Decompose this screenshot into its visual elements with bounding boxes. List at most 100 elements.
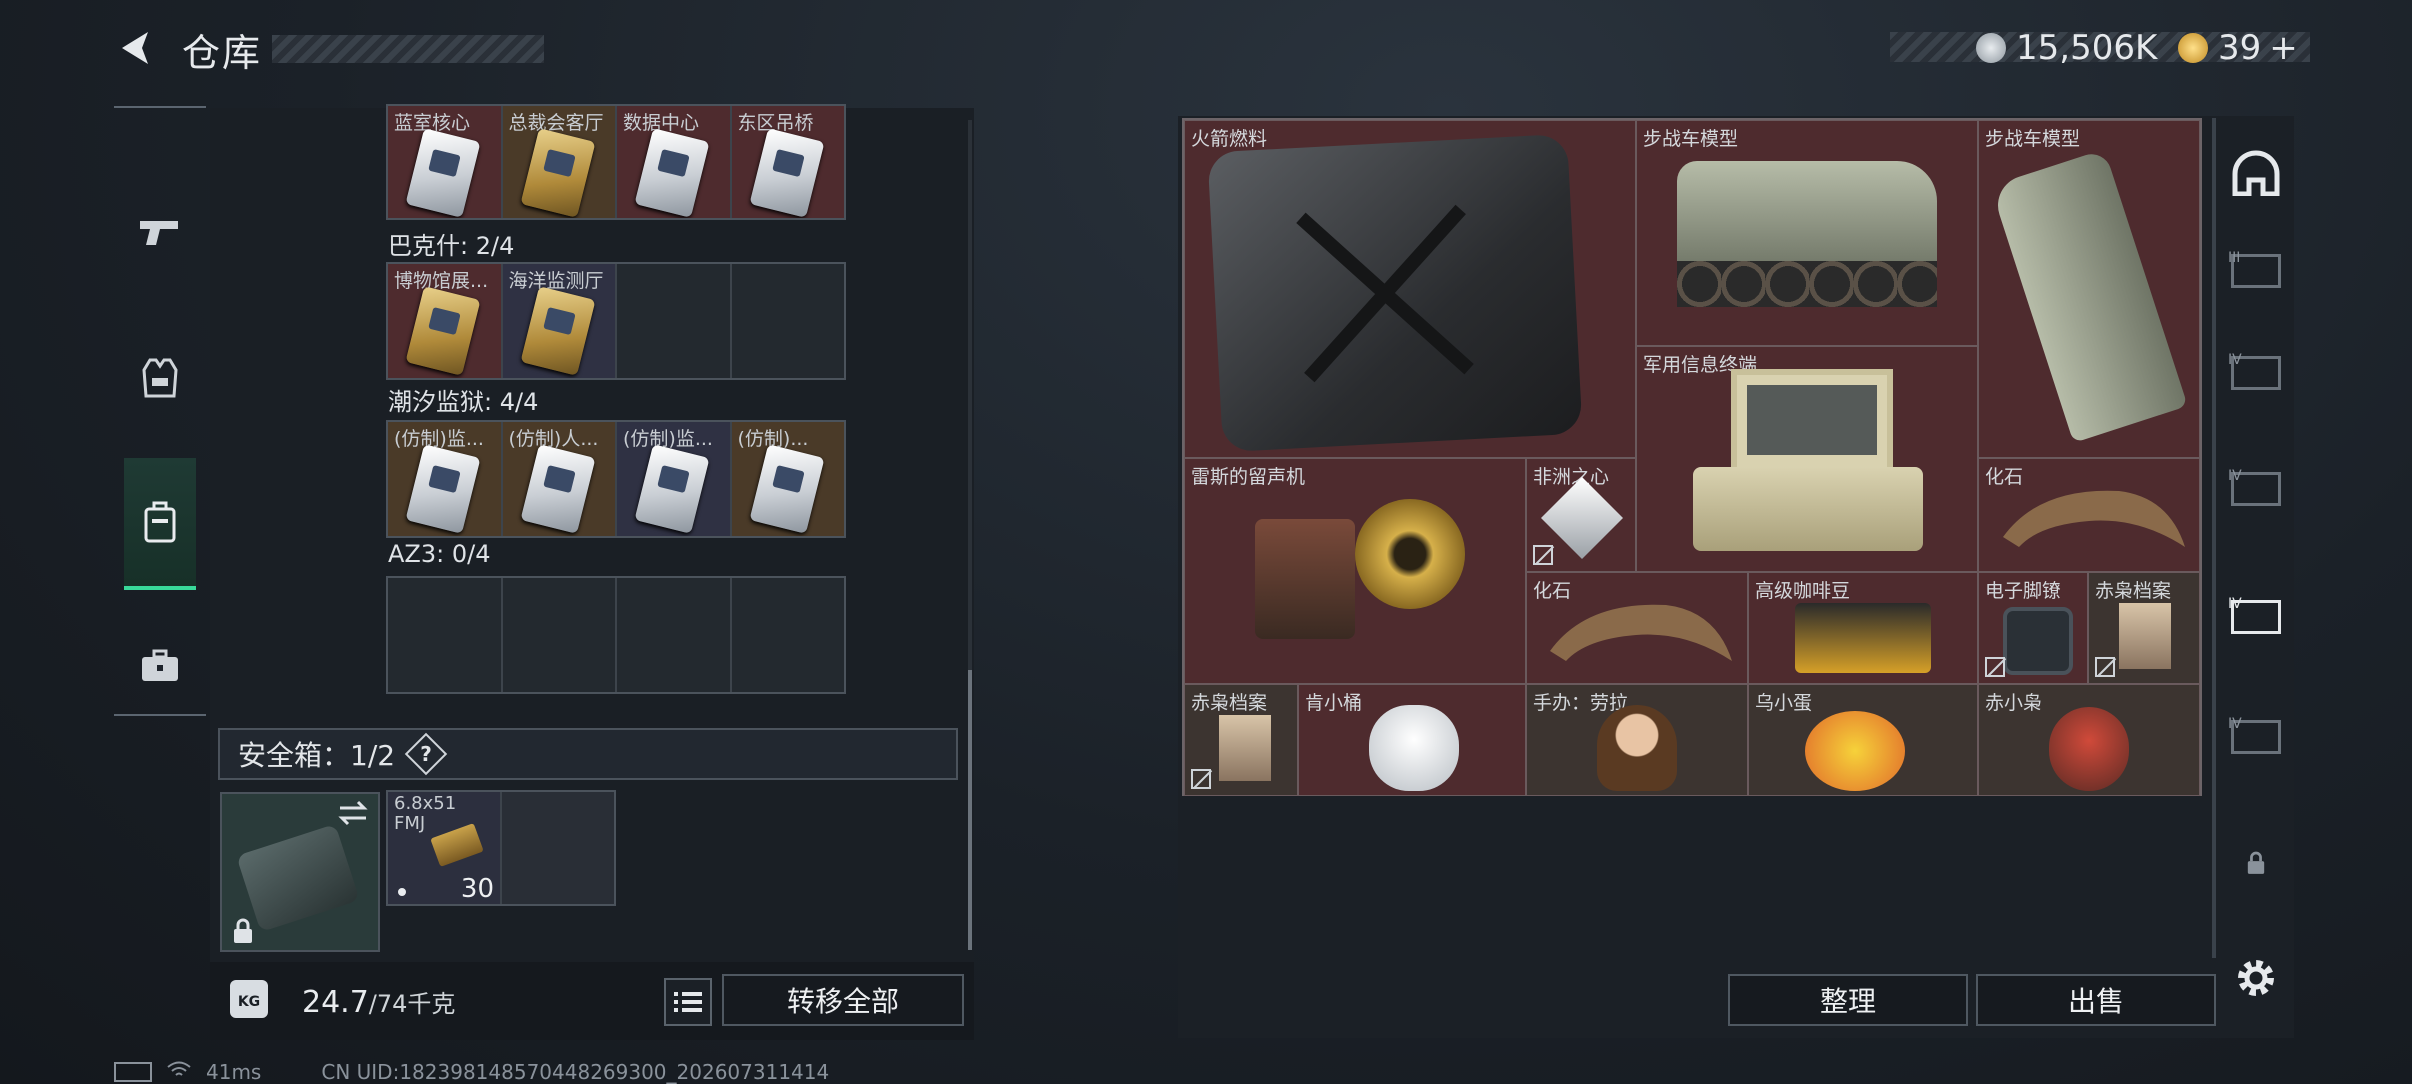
card-row-2: 博物馆展... 海洋监测厅 [386,262,846,380]
item-military-terminal[interactable]: 军用信息终端 [1636,346,1978,572]
currency-gold-plus[interactable]: + [2269,28,2298,68]
keycard-slot[interactable]: (仿制)人... [502,422,617,536]
title-decoration [272,35,544,63]
figure-icon [1369,705,1459,791]
item-figure-wu[interactable]: 乌小蛋 [1748,684,1978,796]
sort-button[interactable]: 整理 [1728,974,1968,1026]
fuel-can-icon [1207,133,1583,453]
item-fossil[interactable]: 化石 [1526,572,1748,684]
helmet-icon [2232,150,2280,196]
tab-warehouse-1[interactable] [2228,148,2284,198]
item-figure-chi[interactable]: 赤小枭 [1978,684,2200,796]
tab-case[interactable] [124,602,196,730]
warehouse-tabs: III IV IV IV IV [2212,118,2302,958]
currency-gold-value: 39 [2218,28,2262,68]
keycard-icon [519,128,596,218]
warehouse-grid: 火箭燃料 步战车模型 步战车模型 军用信息终端 雷斯的留声机 非洲之心 化石 化… [1182,118,2202,796]
tab-warehouse-4[interactable]: IV [2228,464,2284,514]
currency-silver[interactable]: 15,506K [1976,28,2157,68]
safe-box[interactable] [220,792,380,952]
tab-warehouse-3[interactable]: IV [2228,348,2284,398]
gold-coin-icon [2178,33,2208,63]
settings-icon[interactable] [2232,954,2280,1002]
shackle-icon [2003,607,2073,675]
group-label: AZ3: 0/4 [388,540,491,568]
list-icon [674,992,702,1012]
pistol-icon [140,221,178,245]
keycard-icon [405,128,481,218]
rarity-dot [398,888,406,896]
safe-case-icon [236,823,360,933]
keycard-slot[interactable]: 博物馆展... [388,264,503,378]
keycard-icon [634,444,710,534]
tabs-divider [2212,118,2216,958]
keycard-icon [405,444,481,534]
empty-slot[interactable] [732,578,845,692]
keycard-slot[interactable]: 东区吊桥 [731,106,844,218]
backpack-icon [144,501,176,543]
item-ifv-model[interactable]: 步战车模型 [1978,120,2200,458]
item-red-owl-file[interactable]: 赤枭档案 [1184,684,1298,796]
card-row-3: (仿制)监... (仿制)人... (仿制)监... (仿制)... [386,420,846,538]
lock-icon [2247,851,2265,874]
keycard-icon [748,128,825,218]
back-icon[interactable] [112,26,156,70]
tab-locked[interactable] [2228,838,2284,888]
silver-coin-icon [1976,33,2006,63]
vehicle-icon [1990,149,2188,443]
weight-max: /74千克 [368,990,456,1018]
keycard-icon [748,444,825,534]
keycard-slot[interactable]: 蓝室核心 [388,106,503,218]
lock-icon [234,918,252,943]
keycard-slot[interactable]: 海洋监测厅 [502,264,617,378]
claw-icon [2003,490,2185,547]
vehicle-icon [1677,161,1937,271]
tab-warehouse-6[interactable]: IV [2228,712,2284,762]
page-title: 仓库 [182,31,263,75]
safe-box-slots: 6.8x51 FMJ 30 [386,790,616,906]
file-icon [2119,603,2171,669]
sell-button[interactable]: 出售 [1976,974,2216,1026]
keycard-slot[interactable]: (仿制)监... [617,422,732,536]
ammo-slot[interactable]: 6.8x51 FMJ 30 [388,792,502,904]
keycard-icon [519,444,596,534]
empty-slot[interactable] [503,578,617,692]
weight-current: 24.7 [302,985,369,1020]
item-ifv-model[interactable]: 步战车模型 [1636,120,1978,346]
transfer-all-button[interactable]: 转移全部 [722,974,964,1026]
ammo-count: 30 [460,874,494,904]
keycard-slot[interactable]: (仿制)... [731,422,844,536]
empty-slot[interactable] [732,264,845,378]
empty-slot[interactable] [617,578,732,692]
empty-slot[interactable] [617,264,732,378]
list-view-button[interactable] [664,978,712,1026]
empty-slot[interactable] [388,578,503,692]
keycard-slot[interactable]: 总裁会客厅 [502,106,617,218]
item-heart-of-africa[interactable]: 非洲之心 [1526,458,1636,572]
tab-warehouse-5[interactable]: IV [2228,592,2284,642]
empty-slot[interactable] [502,792,614,904]
keycard-icon [634,128,710,218]
tab-backpack[interactable] [124,458,196,590]
scrollbar-thumb[interactable] [968,670,972,950]
item-figure-ken[interactable]: 肯小桶 [1298,684,1526,796]
item-coffee-beans[interactable]: 高级咖啡豆 [1748,572,1978,684]
uid: CN UID:182398148570448269300_20260731141… [321,1060,830,1084]
help-icon[interactable]: ? [404,732,448,776]
keycard-slot[interactable]: (仿制)监... [388,422,503,536]
currency-gold[interactable]: 39 + [2178,28,2298,68]
item-gramophone[interactable]: 雷斯的留声机 [1184,458,1526,684]
keycard-slot[interactable]: 数据中心 [617,106,732,218]
group-label: 潮汐监狱: 4/4 [388,388,539,416]
tab-weapons[interactable] [124,168,196,296]
item-rocket-fuel[interactable]: 火箭燃料 [1184,120,1636,458]
item-figure-lara[interactable]: 手办：劳拉 [1526,684,1748,796]
item-electronic-shackle[interactable]: 电子脚镣 [1978,572,2088,684]
tab-warehouse-2[interactable]: III [2228,246,2284,296]
swap-icon [338,800,368,826]
weight-icon: KG [230,980,268,1018]
item-fossil[interactable]: 化石 [1978,458,2200,572]
group-label: 巴克什: 2/4 [388,232,515,260]
item-red-owl-file[interactable]: 赤枭档案 [2088,572,2200,684]
tab-gear[interactable] [124,314,196,442]
